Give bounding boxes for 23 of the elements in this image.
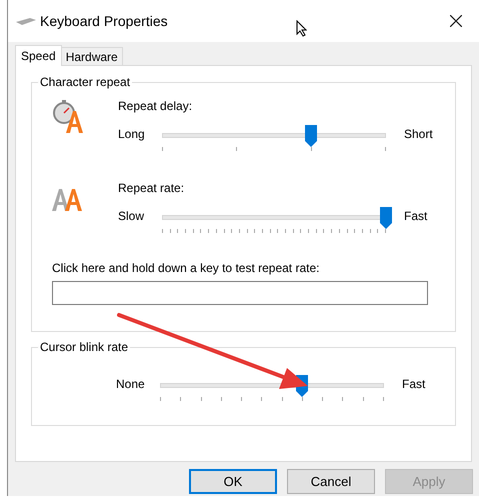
slider-min-label: Long <box>118 126 146 143</box>
tab[interactable]: Speed <box>15 45 62 66</box>
slider-thumb[interactable] <box>380 207 392 229</box>
dialog-button[interactable]: Cancel <box>287 469 375 494</box>
group-title: Character repeat <box>38 75 132 89</box>
window-title: Keyboard Properties <box>40 12 168 31</box>
stopwatch-letter-icon <box>52 99 84 133</box>
slider-max-label: Short <box>404 126 433 143</box>
close-icon <box>450 15 462 27</box>
group-title: Cursor blink rate <box>38 340 130 354</box>
slider-thumb[interactable] <box>305 125 318 147</box>
slider-min-label: None <box>116 376 146 392</box>
test-input-field[interactable] <box>52 281 428 305</box>
mouse-pointer-icon <box>296 20 307 36</box>
slider-min-label: Slow <box>118 208 146 225</box>
keyboard-icon <box>16 17 36 25</box>
slider-max-label: Fast <box>404 208 428 225</box>
tab[interactable]: Hardware <box>62 47 123 65</box>
slider-label: Repeat rate: <box>118 180 186 197</box>
slider-max-label: Fast <box>402 376 426 392</box>
slider-label: Repeat delay: <box>118 98 194 115</box>
dialog-button[interactable]: OK <box>189 469 277 494</box>
field-label: Click here and hold down a key to test repeat rate: <box>52 260 320 277</box>
